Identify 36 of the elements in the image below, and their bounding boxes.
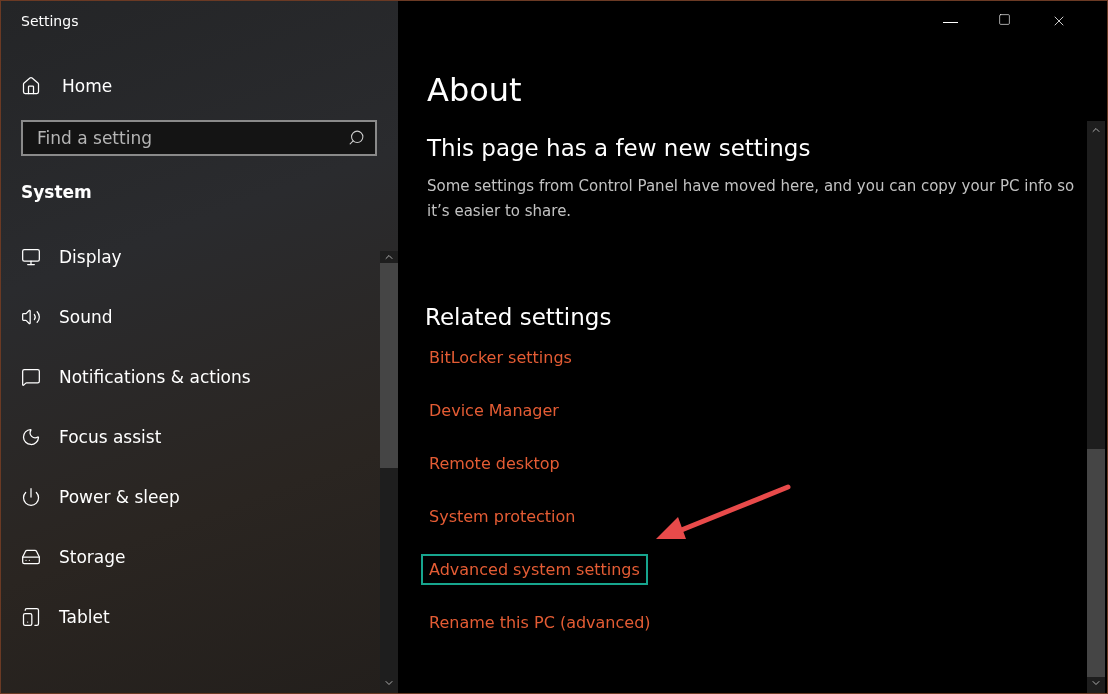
power-icon: [21, 487, 41, 507]
window-title: Settings: [21, 13, 80, 29]
focus-icon: [21, 427, 41, 447]
sidebar-item[interactable]: Storage: [21, 546, 380, 568]
scrollbar-thumb[interactable]: [380, 263, 398, 468]
scrollbar[interactable]: [380, 251, 398, 693]
scrollbar[interactable]: [1087, 121, 1105, 693]
notice-heading: This page has a few new settings: [427, 135, 812, 161]
maximize-icon: [998, 13, 1011, 26]
settings-link[interactable]: Remote desktop: [421, 448, 568, 479]
home-nav-item[interactable]: Home: [21, 76, 380, 96]
page-title: About: [427, 71, 523, 109]
tablet-icon: [21, 607, 41, 627]
sidebar-item[interactable]: Tablet: [21, 606, 380, 628]
notice-text: Some settings from Control Panel have moved here, and you can copy your PC info so it’s easier to share.: [427, 176, 1076, 222]
display-icon: [21, 247, 41, 267]
sidebar-item[interactable]: Notifications & actions: [21, 366, 380, 388]
sidebar-item[interactable]: Display: [21, 246, 380, 268]
storage-icon: [21, 547, 41, 567]
settings-link[interactable]: BitLocker settings: [421, 342, 580, 373]
search-field[interactable]: Find a setting: [21, 120, 377, 156]
sound-icon: [21, 307, 41, 327]
sidebar-item[interactable]: Focus assist: [21, 426, 380, 448]
settings-link[interactable]: Device Manager: [421, 395, 567, 426]
sidebar-item[interactable]: Power & sleep: [21, 486, 380, 508]
settings-link[interactable]: Advanced system settings: [421, 554, 648, 585]
section-heading: System: [21, 182, 93, 202]
home-icon: [21, 76, 41, 96]
settings-link[interactable]: System protection: [421, 501, 584, 532]
notifications-icon: [21, 367, 41, 387]
search-icon: [348, 129, 365, 146]
related-heading: Related settings: [425, 304, 613, 330]
settings-link[interactable]: Rename this PC (advanced): [421, 607, 659, 638]
minimize-icon[interactable]: [943, 22, 958, 23]
sidebar-item[interactable]: Sound: [21, 306, 380, 328]
scrollbar-thumb[interactable]: [1087, 449, 1105, 677]
